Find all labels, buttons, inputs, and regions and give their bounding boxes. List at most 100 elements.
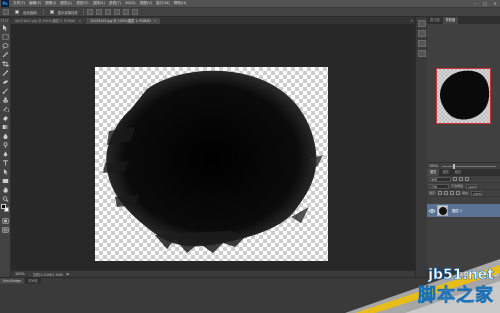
history-panel-icon[interactable]	[418, 20, 426, 27]
options-divider	[83, 9, 85, 15]
menu-layer[interactable]: 图层(L)	[60, 1, 72, 6]
screen-mode-icon[interactable]	[1, 226, 10, 233]
layer-thumbnail	[437, 205, 448, 216]
color-swatches	[1, 204, 10, 215]
navigator-thumbnail-image	[440, 70, 490, 120]
lock-label: 锁定:	[429, 191, 437, 195]
status-menu-arrow-icon[interactable]: ▶	[67, 272, 70, 276]
healing-brush-tool-icon[interactable]	[1, 78, 10, 85]
close-button[interactable]: ✕	[492, 1, 498, 6]
foreground-color-swatch[interactable]	[1, 204, 6, 209]
navigator-preview[interactable]	[436, 68, 491, 124]
marquee-tool-icon[interactable]	[1, 33, 10, 40]
opacity-field[interactable]: 100%	[466, 183, 478, 189]
menu-window[interactable]: 窗口(W)	[156, 1, 170, 6]
minimize-button[interactable]: –	[472, 1, 478, 6]
dodge-tool-icon[interactable]	[1, 141, 10, 148]
hand-tool-icon[interactable]	[1, 186, 10, 193]
align-bottom-icon[interactable]	[105, 9, 112, 15]
brush-tool-icon[interactable]	[1, 87, 10, 94]
rectangle-tool-icon[interactable]	[1, 177, 10, 184]
layer-filter-row: 类型	[427, 176, 500, 183]
character-panel-icon[interactable]	[418, 40, 426, 47]
canvas-area[interactable]	[11, 24, 415, 270]
eraser-tool-icon[interactable]	[1, 114, 10, 121]
menu-image[interactable]: 图像(I)	[45, 1, 56, 6]
eyedropper-tool-icon[interactable]	[1, 69, 10, 76]
zoom-level-field[interactable]: 100%	[15, 272, 25, 276]
quick-mask-icon[interactable]	[1, 217, 10, 224]
navigator-zoom-value[interactable]: 100%	[429, 164, 438, 168]
tab-timeline[interactable]: 时间轴	[24, 278, 41, 284]
menu-file[interactable]: 文件(F)	[13, 1, 25, 6]
tab-histogram[interactable]: 直方图	[427, 17, 443, 24]
menu-view[interactable]: 视图(V)	[140, 1, 152, 6]
pixel-filter-icon[interactable]	[453, 177, 457, 181]
paragraph-panel-icon[interactable]	[418, 50, 426, 57]
align-right-icon[interactable]	[132, 9, 139, 15]
lock-all-icon[interactable]	[456, 191, 461, 195]
blur-tool-icon[interactable]	[1, 132, 10, 139]
ink-blot-artwork	[103, 70, 323, 253]
lasso-tool-icon[interactable]	[1, 42, 10, 49]
tabs-overflow-icon[interactable]: »	[411, 18, 413, 23]
lock-transparent-icon[interactable]	[438, 191, 443, 195]
align-left-icon[interactable]	[114, 9, 121, 15]
path-selection-tool-icon[interactable]	[1, 168, 10, 175]
lock-position-icon[interactable]	[450, 191, 455, 195]
lock-fill-row: 锁定: 填充: 100%	[427, 190, 500, 197]
menu-edit[interactable]: 编辑(E)	[29, 1, 41, 6]
tools-panel	[0, 18, 11, 288]
pen-tool-icon[interactable]	[1, 150, 10, 157]
layer-row-selected[interactable]: 图层 1	[427, 204, 500, 217]
show-transform-checkbox[interactable]	[49, 10, 54, 14]
navigator-zoom-row: 100%	[427, 162, 500, 169]
move-tool-preset-icon[interactable]	[3, 9, 9, 15]
menu-type[interactable]: 类型(Y)	[76, 1, 88, 6]
menu-3d[interactable]: 3D(D)	[125, 1, 136, 6]
tab-navigator[interactable]: 导航器	[442, 17, 459, 24]
watermark-site-name: 脚本之家	[418, 285, 494, 307]
crop-tool-icon[interactable]	[1, 60, 10, 67]
history-brush-tool-icon[interactable]	[1, 105, 10, 112]
quick-select-tool-icon[interactable]	[1, 51, 10, 58]
toolbar-grip[interactable]	[1, 19, 9, 22]
maximize-button[interactable]: □	[482, 1, 488, 6]
type-filter-icon[interactable]	[465, 177, 469, 181]
fill-label: 填充:	[462, 191, 470, 195]
photoshop-window: Ps 文件(F) 编辑(E) 图像(I) 图层(L) 类型(Y) 选择(S) 滤…	[0, 0, 500, 313]
lock-pixels-icon[interactable]	[444, 191, 449, 195]
layers-panel-tabs: 图层 通道 路径	[427, 169, 500, 176]
tab-mini-bridge[interactable]: Mini Bridge	[0, 278, 24, 284]
options-bar: 自动选择: 显示变换控件	[0, 8, 500, 17]
adjustment-filter-icon[interactable]	[459, 177, 463, 181]
visibility-eye-icon[interactable]	[429, 208, 435, 214]
site-watermark: jb51.net 脚本之家	[345, 251, 500, 313]
align-middle-icon[interactable]	[96, 9, 103, 15]
move-tool-icon[interactable]	[1, 24, 10, 31]
layer-name[interactable]: 图层 1	[452, 208, 462, 213]
menu-filter[interactable]: 滤镜(T)	[109, 1, 121, 6]
menu-select[interactable]: 选择(S)	[93, 1, 105, 6]
align-top-icon[interactable]	[87, 9, 94, 15]
properties-panel-icon[interactable]	[418, 30, 426, 37]
auto-select-checkbox[interactable]	[15, 10, 19, 14]
fill-field[interactable]: 100%	[471, 190, 483, 196]
ps-logo: Ps	[1, 0, 9, 7]
document-size-info: 文档:1.01M/1.34M	[32, 272, 63, 277]
zoom-slider-handle[interactable]	[452, 163, 455, 169]
layer-kind-filter[interactable]: 类型	[429, 176, 451, 182]
clone-stamp-tool-icon[interactable]	[1, 96, 10, 103]
tab-paths[interactable]: 路径	[452, 169, 464, 176]
type-tool-icon[interactable]	[1, 159, 10, 166]
blend-mode-select[interactable]: 正常	[429, 183, 449, 189]
gradient-tool-icon[interactable]	[1, 123, 10, 130]
navigator-zoom-slider[interactable]	[442, 163, 496, 169]
blend-opacity-row: 正常 不透明度: 100%	[427, 183, 500, 190]
align-center-icon[interactable]	[123, 9, 130, 15]
document-canvas[interactable]	[95, 67, 328, 261]
zoom-tool-icon[interactable]	[1, 195, 10, 202]
tab-layers[interactable]: 图层	[427, 169, 440, 176]
tab-channels[interactable]: 通道	[439, 169, 451, 176]
menu-help[interactable]: 帮助(H)	[174, 1, 187, 6]
